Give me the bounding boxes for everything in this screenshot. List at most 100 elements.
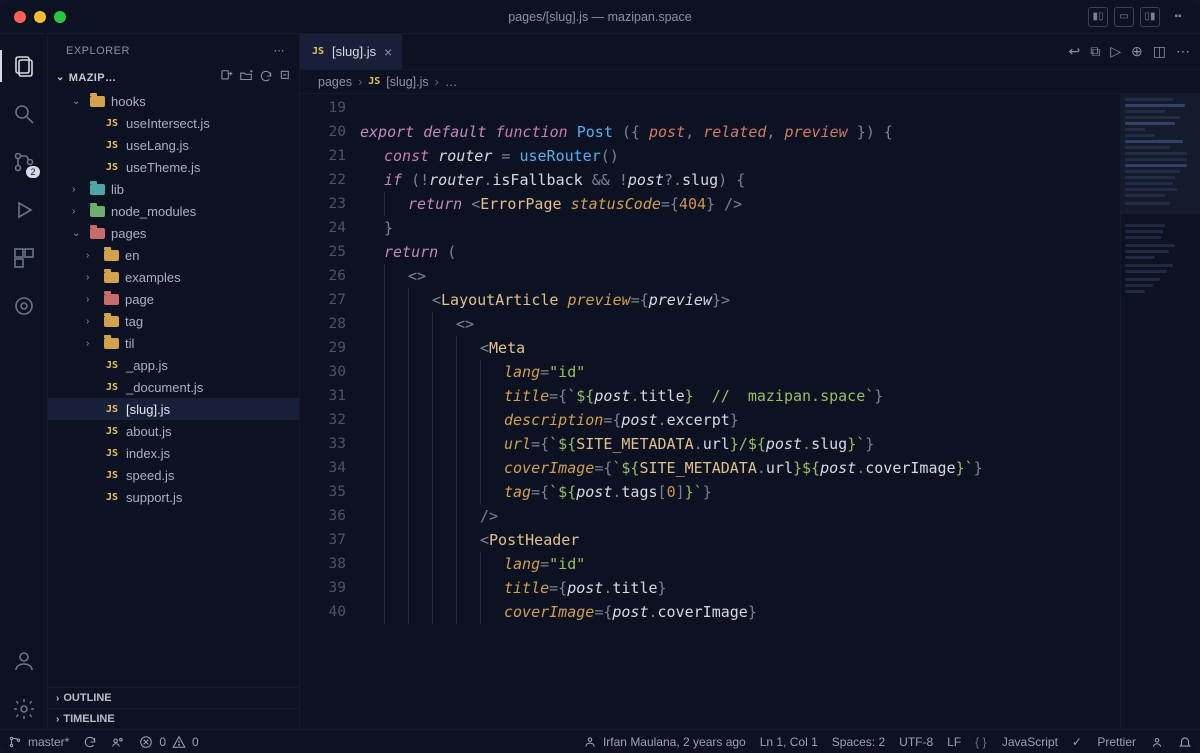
explorer-more-icon[interactable]: ⋯ [274,44,286,57]
folder-row[interactable]: ›tag [48,310,299,332]
gitlens-activity[interactable] [0,286,48,326]
js-file-icon: JS [104,137,120,153]
customize-layout-icon[interactable]: ▪▪ [1166,7,1190,27]
workspace-folder-label: MAZIP… [69,72,117,84]
extensions-activity[interactable] [0,238,48,278]
breadcrumb-part[interactable]: pages [318,75,352,89]
js-file-icon: JS [104,357,120,373]
open-changes-icon[interactable]: ⧉ [1090,43,1100,60]
file-row[interactable]: JSabout.js [48,420,299,442]
toggle-secondary-sidebar-icon[interactable]: ▯▮ [1140,7,1160,27]
prettier-status[interactable]: ✓ Prettier [1072,735,1136,749]
folder-row[interactable]: ›en [48,244,299,266]
folder-icon [90,206,105,217]
file-row[interactable]: JS[slug].js [48,398,299,420]
encoding-status[interactable]: UTF-8 [899,735,933,749]
folder-row[interactable]: ›node_modules [48,200,299,222]
window-controls [0,11,66,23]
run-icon[interactable]: ▷ [1110,43,1121,60]
folder-row[interactable]: ⌄pages [48,222,299,244]
refresh-explorer-icon[interactable] [259,69,273,86]
activity-bar: 2 [0,34,48,729]
breadcrumb-part[interactable]: … [445,75,458,89]
folder-icon [104,272,119,283]
file-row[interactable]: JS _app.js [48,354,299,376]
tree-item-label: node_modules [111,204,196,219]
tree-item-label: pages [111,226,146,241]
line-number-gutter: 1920212223242526272829303132333435363738… [300,94,360,729]
file-tree[interactable]: ⌄hooks JS useIntersect.js JSuseLang.jsJSuse… [48,90,299,687]
go-back-icon[interactable]: ↩ [1069,43,1081,60]
file-row[interactable]: JSindex.js [48,442,299,464]
workspace-folder-header[interactable]: ⌄ MAZIP… [48,65,299,90]
js-file-icon: JS [312,46,324,57]
js-file-icon: JS [104,115,120,131]
file-row[interactable]: JS_document.js [48,376,299,398]
minimap[interactable] [1120,94,1200,729]
toggle-primary-sidebar-icon[interactable]: ▮▯ [1088,7,1108,27]
file-row[interactable]: JSuseTheme.js [48,156,299,178]
source-control-activity[interactable]: 2 [0,142,48,182]
open-preview-icon[interactable]: ⊕ [1131,43,1143,60]
layout-controls: ▮▯ ▭ ▯▮ ▪▪ [1088,7,1200,27]
breadcrumb[interactable]: pages › JS [slug].js › … [300,70,1200,94]
breadcrumb-part[interactable]: [slug].js [386,75,428,89]
folder-row[interactable]: ⌄hooks [48,90,299,112]
close-tab-icon[interactable]: × [384,44,392,60]
debug-activity[interactable] [0,190,48,230]
tree-item-label: _app.js [126,358,168,373]
sync-status[interactable] [83,735,97,749]
folder-row[interactable]: ›lib [48,178,299,200]
new-folder-icon[interactable] [239,69,253,86]
timeline-section[interactable]: ›TIMELINE [48,708,299,729]
file-row[interactable]: JSspeed.js [48,464,299,486]
close-window-button[interactable] [14,11,26,23]
new-file-icon[interactable] [219,69,233,86]
accounts-activity[interactable] [0,641,48,681]
indentation-status[interactable]: Spaces: 2 [832,735,885,749]
tree-item-label: hooks [111,94,146,109]
zoom-window-button[interactable] [54,11,66,23]
code-content[interactable]: export default function Post ({ post, re… [360,94,1120,729]
live-share-status[interactable] [111,735,125,749]
tab-label: [slug].js [332,44,376,59]
tree-item-label: tag [125,314,143,329]
outline-section[interactable]: ›OUTLINE [48,687,299,708]
cursor-position-status[interactable]: Ln 1, Col 1 [760,735,818,749]
tab-bar: JS [slug].js × ↩ ⧉ ▷ ⊕ ◫ ⋯ [300,34,1200,70]
folder-icon [90,96,105,107]
tree-item-label: en [125,248,139,263]
toggle-panel-icon[interactable]: ▭ [1114,7,1134,27]
folder-row[interactable]: ›page [48,288,299,310]
problems-status[interactable]: 0 0 [139,735,198,749]
notifications-status[interactable] [1178,735,1192,749]
tree-item-label: about.js [126,424,172,439]
tree-item-label: support.js [126,490,182,505]
feedback-status[interactable] [1150,735,1164,749]
file-row[interactable]: JSsupport.js [48,486,299,508]
tab-slug-js[interactable]: JS [slug].js × [300,34,403,69]
eol-status[interactable]: LF [947,735,961,749]
git-blame-status[interactable]: Irfan Maulana, 2 years ago [583,735,746,749]
folder-icon [104,250,119,261]
file-row[interactable]: JSuseLang.js [48,134,299,156]
minimize-window-button[interactable] [34,11,46,23]
scm-badge: 2 [26,166,39,178]
js-file-icon: JS [104,159,120,175]
folder-icon [90,228,105,239]
folder-row[interactable]: ›til [48,332,299,354]
explorer-activity[interactable] [0,46,48,86]
editor-more-icon[interactable]: ⋯ [1176,43,1190,60]
titlebar: pages/[slug].js — mazipan.space ▮▯ ▭ ▯▮ … [0,0,1200,34]
file-row[interactable]: JS useIntersect.js [48,112,299,134]
status-bar: master* 0 0 Irfan Maulana, 2 years ago L… [0,729,1200,753]
tree-item-label: useIntersect.js [126,116,210,131]
settings-activity[interactable] [0,689,48,729]
split-editor-icon[interactable]: ◫ [1153,43,1166,60]
collapse-all-icon[interactable] [279,69,293,86]
language-mode-status[interactable]: { } JavaScript [975,735,1058,749]
search-activity[interactable] [0,94,48,134]
git-branch-status[interactable]: master* [8,735,69,749]
code-editor[interactable]: 1920212223242526272829303132333435363738… [300,94,1200,729]
folder-row[interactable]: ›examples [48,266,299,288]
